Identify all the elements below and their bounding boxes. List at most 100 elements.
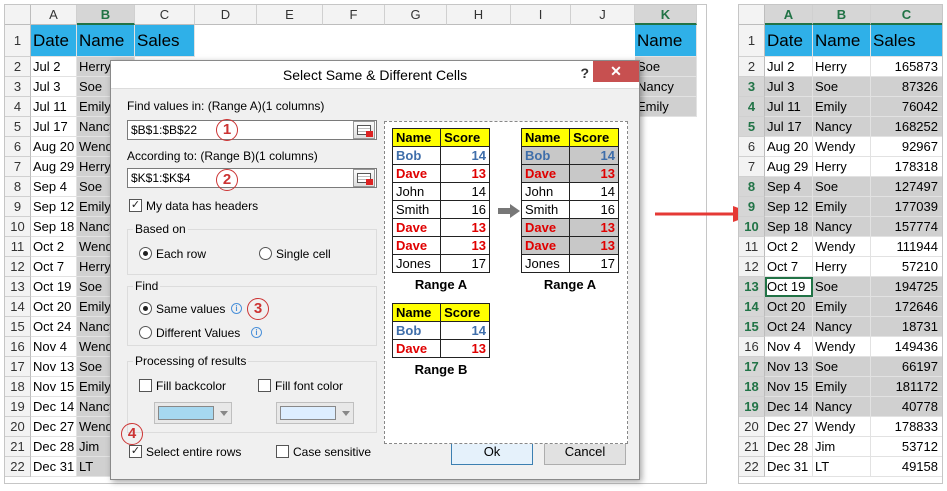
row-header[interactable]: 10 [5, 217, 31, 237]
help-button[interactable]: ? [580, 65, 589, 81]
single-cell-radio[interactable] [259, 247, 272, 260]
preview-name-cell: Bob [391, 321, 442, 340]
row-header[interactable]: 12 [5, 257, 31, 277]
date-cell: Nov 13 [31, 357, 77, 377]
row-header[interactable]: 19 [739, 397, 765, 417]
row-header[interactable]: 16 [739, 337, 765, 357]
name-cell: Herry [813, 257, 871, 277]
row-header[interactable]: 22 [5, 457, 31, 477]
column-header[interactable]: B [77, 5, 135, 25]
fontcolor-picker[interactable] [276, 402, 354, 424]
row-header[interactable]: 16 [5, 337, 31, 357]
column-header[interactable]: F [323, 5, 385, 25]
select-rows-label: Select entire rows [146, 445, 242, 459]
case-sensitive-checkbox[interactable] [276, 445, 289, 458]
row-header[interactable]: 3 [739, 77, 765, 97]
sales-cell: 165873 [871, 57, 942, 77]
row-header[interactable]: 14 [5, 297, 31, 317]
each-row-radio[interactable] [139, 247, 152, 260]
different-values-radio[interactable] [139, 326, 152, 339]
header-cell-k-name: Name [635, 25, 697, 57]
preview-row: Bob 14 [391, 321, 490, 340]
row-header[interactable]: 12 [739, 257, 765, 277]
range-b-input[interactable]: $K$1:$K$4 [127, 168, 377, 188]
column-header[interactable]: G [385, 5, 447, 25]
row-header[interactable]: 17 [739, 357, 765, 377]
fill-fontcolor-checkbox[interactable] [258, 379, 271, 392]
same-values-radio[interactable] [139, 302, 152, 315]
backcolor-picker[interactable] [154, 402, 232, 424]
row-header[interactable]: 4 [5, 97, 31, 117]
column-header[interactable]: E [257, 5, 323, 25]
row-header[interactable]: 8 [739, 177, 765, 197]
sales-cell: 127497 [871, 177, 942, 197]
row-header[interactable]: 6 [739, 137, 765, 157]
row-header[interactable]: 14 [739, 297, 765, 317]
info-icon[interactable]: i [231, 303, 242, 314]
row-header[interactable]: 13 [739, 277, 765, 297]
based-on-title: Based on [133, 222, 188, 236]
fill-backcolor-checkbox[interactable] [139, 379, 152, 392]
sales-cell: 194725 [871, 277, 942, 297]
row-header[interactable]: 2 [739, 57, 765, 77]
preview-row: Dave 13 [391, 164, 490, 183]
row-header[interactable]: 15 [739, 317, 765, 337]
column-header[interactable]: K [635, 5, 697, 25]
row-header[interactable]: 20 [5, 417, 31, 437]
row-header[interactable]: 21 [5, 437, 31, 457]
column-header[interactable]: A [765, 5, 813, 25]
column-header[interactable]: B [813, 5, 871, 25]
row-header[interactable]: 1 [739, 25, 765, 57]
range-a-select-button[interactable] [353, 121, 375, 139]
headers-checkbox[interactable]: ✓ [129, 199, 142, 212]
row-header[interactable]: 5 [739, 117, 765, 137]
row-header[interactable]: 18 [5, 377, 31, 397]
date-cell: Jul 11 [765, 97, 813, 117]
row-header[interactable]: 9 [5, 197, 31, 217]
range-a-input[interactable]: $B$1:$B$22 [127, 120, 377, 140]
row-header[interactable]: 5 [5, 117, 31, 137]
row-header[interactable]: 22 [739, 457, 765, 477]
column-header[interactable]: C [871, 5, 942, 25]
select-rows-checkbox[interactable]: ✓ [129, 445, 142, 458]
row-header[interactable]: 20 [739, 417, 765, 437]
row-header[interactable]: 21 [739, 437, 765, 457]
preview-score-cell: 14 [569, 182, 619, 201]
row-header[interactable]: 7 [739, 157, 765, 177]
column-header[interactable]: C [135, 5, 195, 25]
preview-score-cell: 13 [440, 164, 490, 183]
row-header[interactable]: 6 [5, 137, 31, 157]
row-header[interactable]: 3 [5, 77, 31, 97]
row-header[interactable]: 4 [739, 97, 765, 117]
row-header[interactable]: 10 [739, 217, 765, 237]
close-button[interactable]: ✕ [593, 61, 639, 82]
range-b-select-button[interactable] [353, 169, 375, 187]
row-header[interactable]: 7 [5, 157, 31, 177]
column-header[interactable]: A [31, 5, 77, 25]
column-header[interactable]: H [447, 5, 511, 25]
row-header[interactable]: 11 [739, 237, 765, 257]
column-header[interactable]: D [195, 5, 257, 25]
row-header[interactable]: 11 [5, 237, 31, 257]
preview-score-header: Score [440, 128, 490, 147]
preview-caption-range-a: Range A [414, 277, 468, 292]
row-header[interactable]: 13 [5, 277, 31, 297]
row-header[interactable]: 8 [5, 177, 31, 197]
row-header[interactable]: 2 [5, 57, 31, 77]
sales-cell: 87326 [871, 77, 942, 97]
row-header[interactable]: 17 [5, 357, 31, 377]
headers-label: My data has headers [146, 199, 259, 213]
column-header[interactable]: J [571, 5, 635, 25]
preview-row: Smith 16 [520, 200, 619, 219]
sales-cell: 40778 [871, 397, 942, 417]
row-header[interactable]: 9 [739, 197, 765, 217]
preview-name-cell: John [391, 182, 442, 201]
sales-cell: 149436 [871, 337, 942, 357]
date-cell: Sep 4 [765, 177, 813, 197]
row-header[interactable]: 15 [5, 317, 31, 337]
row-header[interactable]: 18 [739, 377, 765, 397]
row-header[interactable]: 1 [5, 25, 31, 57]
info-icon[interactable]: i [251, 327, 262, 338]
row-header[interactable]: 19 [5, 397, 31, 417]
column-header[interactable]: I [511, 5, 571, 25]
